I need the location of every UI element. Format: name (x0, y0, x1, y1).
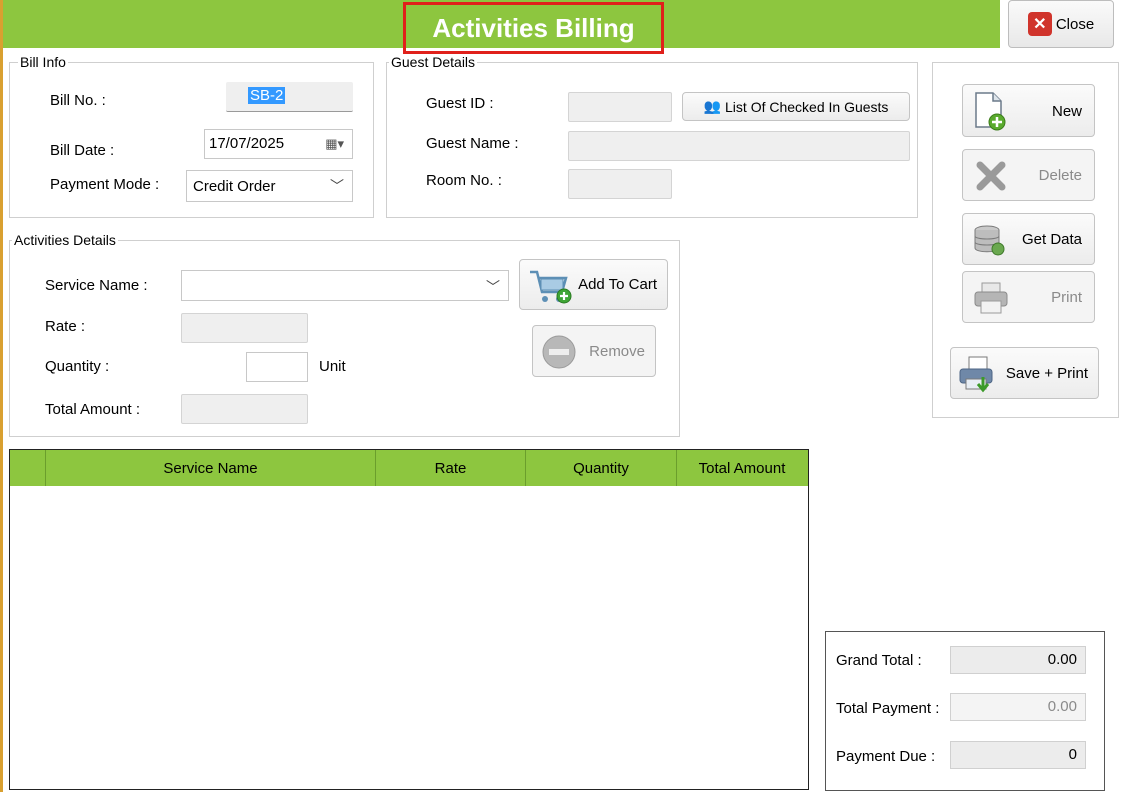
remove-button-label: Remove (589, 343, 645, 360)
total-payment-label: Total Payment : (836, 700, 940, 717)
grid-col-total-amount[interactable]: Total Amount (677, 450, 807, 486)
grid-header: Service Name Rate Quantity Total Amount (10, 450, 808, 486)
totals-panel: Grand Total : 0.00 Total Payment : 0.00 … (825, 631, 1105, 791)
save-print-button[interactable]: Save + Print (950, 347, 1099, 399)
total-amount-field[interactable] (181, 394, 308, 424)
save-print-icon (959, 356, 993, 393)
guest-name-field[interactable] (568, 131, 910, 161)
guest-name-label: Guest Name : (426, 135, 519, 152)
bill-date-value: 17/07/2025 (209, 135, 285, 152)
shopping-cart-icon (530, 270, 572, 304)
total-amount-label: Total Amount : (45, 401, 141, 418)
get-data-button-label: Get Data (1021, 231, 1082, 248)
guest-id-field[interactable] (568, 92, 672, 122)
service-name-select[interactable]: ﹀ (181, 270, 509, 301)
payment-mode-value: Credit Order (193, 178, 276, 195)
grand-total-label: Grand Total : (836, 652, 922, 669)
activities-details-title: Activities Details (12, 232, 118, 248)
quantity-input[interactable] (246, 352, 308, 382)
delete-button[interactable]: Delete (962, 149, 1095, 201)
print-button-label: Print (1051, 289, 1082, 306)
grid-col-rate[interactable]: Rate (376, 450, 526, 486)
grid-col-quantity[interactable]: Quantity (526, 450, 677, 486)
total-payment-field[interactable]: 0.00 (950, 693, 1086, 721)
total-payment-value: 0.00 (1047, 698, 1077, 715)
get-data-button[interactable]: Get Data (962, 213, 1095, 265)
service-chevron-down-icon: ﹀ (486, 279, 500, 295)
save-print-button-label: Save + Print (1005, 365, 1088, 382)
guest-details-title: Guest Details (389, 54, 478, 70)
remove-button[interactable]: Remove (532, 325, 656, 377)
page-title: Activities Billing (432, 12, 635, 43)
new-button-label: New (1051, 103, 1082, 120)
guests-group-icon: 👥 (703, 98, 722, 114)
chevron-down-icon: ﹀ (330, 178, 344, 194)
bill-info-title: Bill Info (18, 54, 68, 70)
room-no-field[interactable] (568, 169, 672, 199)
database-icon (974, 225, 1005, 256)
payment-due-value: 0 (1068, 746, 1077, 763)
service-name-label: Service Name : (45, 277, 148, 294)
printer-icon (974, 282, 1008, 314)
delete-button-label: Delete (1038, 167, 1082, 184)
calendar-icon[interactable]: ▦▾ (325, 136, 344, 152)
add-to-cart-label: Add To Cart (578, 276, 657, 293)
rate-field[interactable] (181, 313, 308, 343)
title-highlight-box: Activities Billing (403, 2, 664, 54)
bill-date-picker[interactable]: 17/07/2025 ▦▾ (204, 129, 353, 159)
grand-total-field[interactable]: 0.00 (950, 646, 1086, 674)
grid-col-service-name[interactable]: Service Name (46, 450, 376, 486)
guest-id-label: Guest ID : (426, 95, 494, 112)
room-no-label: Room No. : (426, 172, 502, 189)
close-icon: ✕ (1027, 12, 1052, 36)
rate-label: Rate : (45, 318, 86, 335)
new-button[interactable]: New (962, 84, 1095, 137)
bill-no-label: Bill No. : (50, 92, 106, 109)
quantity-label: Quantity : (45, 358, 110, 375)
unit-label: Unit (319, 358, 346, 375)
payment-due-field[interactable]: 0 (950, 741, 1086, 769)
remove-minus-icon (542, 335, 576, 369)
close-button[interactable]: ✕ Close (1008, 0, 1114, 48)
new-document-icon (975, 92, 1006, 131)
bill-date-label: Bill Date : (50, 142, 115, 159)
list-checked-in-guests-label: List Of Checked In Guests (725, 98, 889, 115)
bill-no-field[interactable]: SB-2 (226, 82, 353, 112)
grand-total-value: 0.00 (1047, 651, 1077, 668)
delete-x-icon (976, 161, 1006, 191)
list-checked-in-guests-button[interactable]: 👥 List Of Checked In Guests (682, 92, 910, 121)
bill-no-value: SB-2 (248, 87, 286, 104)
grid-row-header-cell (10, 450, 46, 486)
print-button[interactable]: Print (962, 271, 1095, 323)
add-to-cart-button[interactable]: Add To Cart (519, 259, 668, 310)
window-left-border (0, 0, 3, 792)
payment-mode-label: Payment Mode : (50, 176, 160, 193)
payment-mode-select[interactable]: Credit Order ﹀ (186, 170, 353, 202)
payment-due-label: Payment Due : (836, 748, 936, 765)
services-grid[interactable]: Service Name Rate Quantity Total Amount (9, 449, 809, 790)
close-button-label: Close (1055, 15, 1095, 33)
